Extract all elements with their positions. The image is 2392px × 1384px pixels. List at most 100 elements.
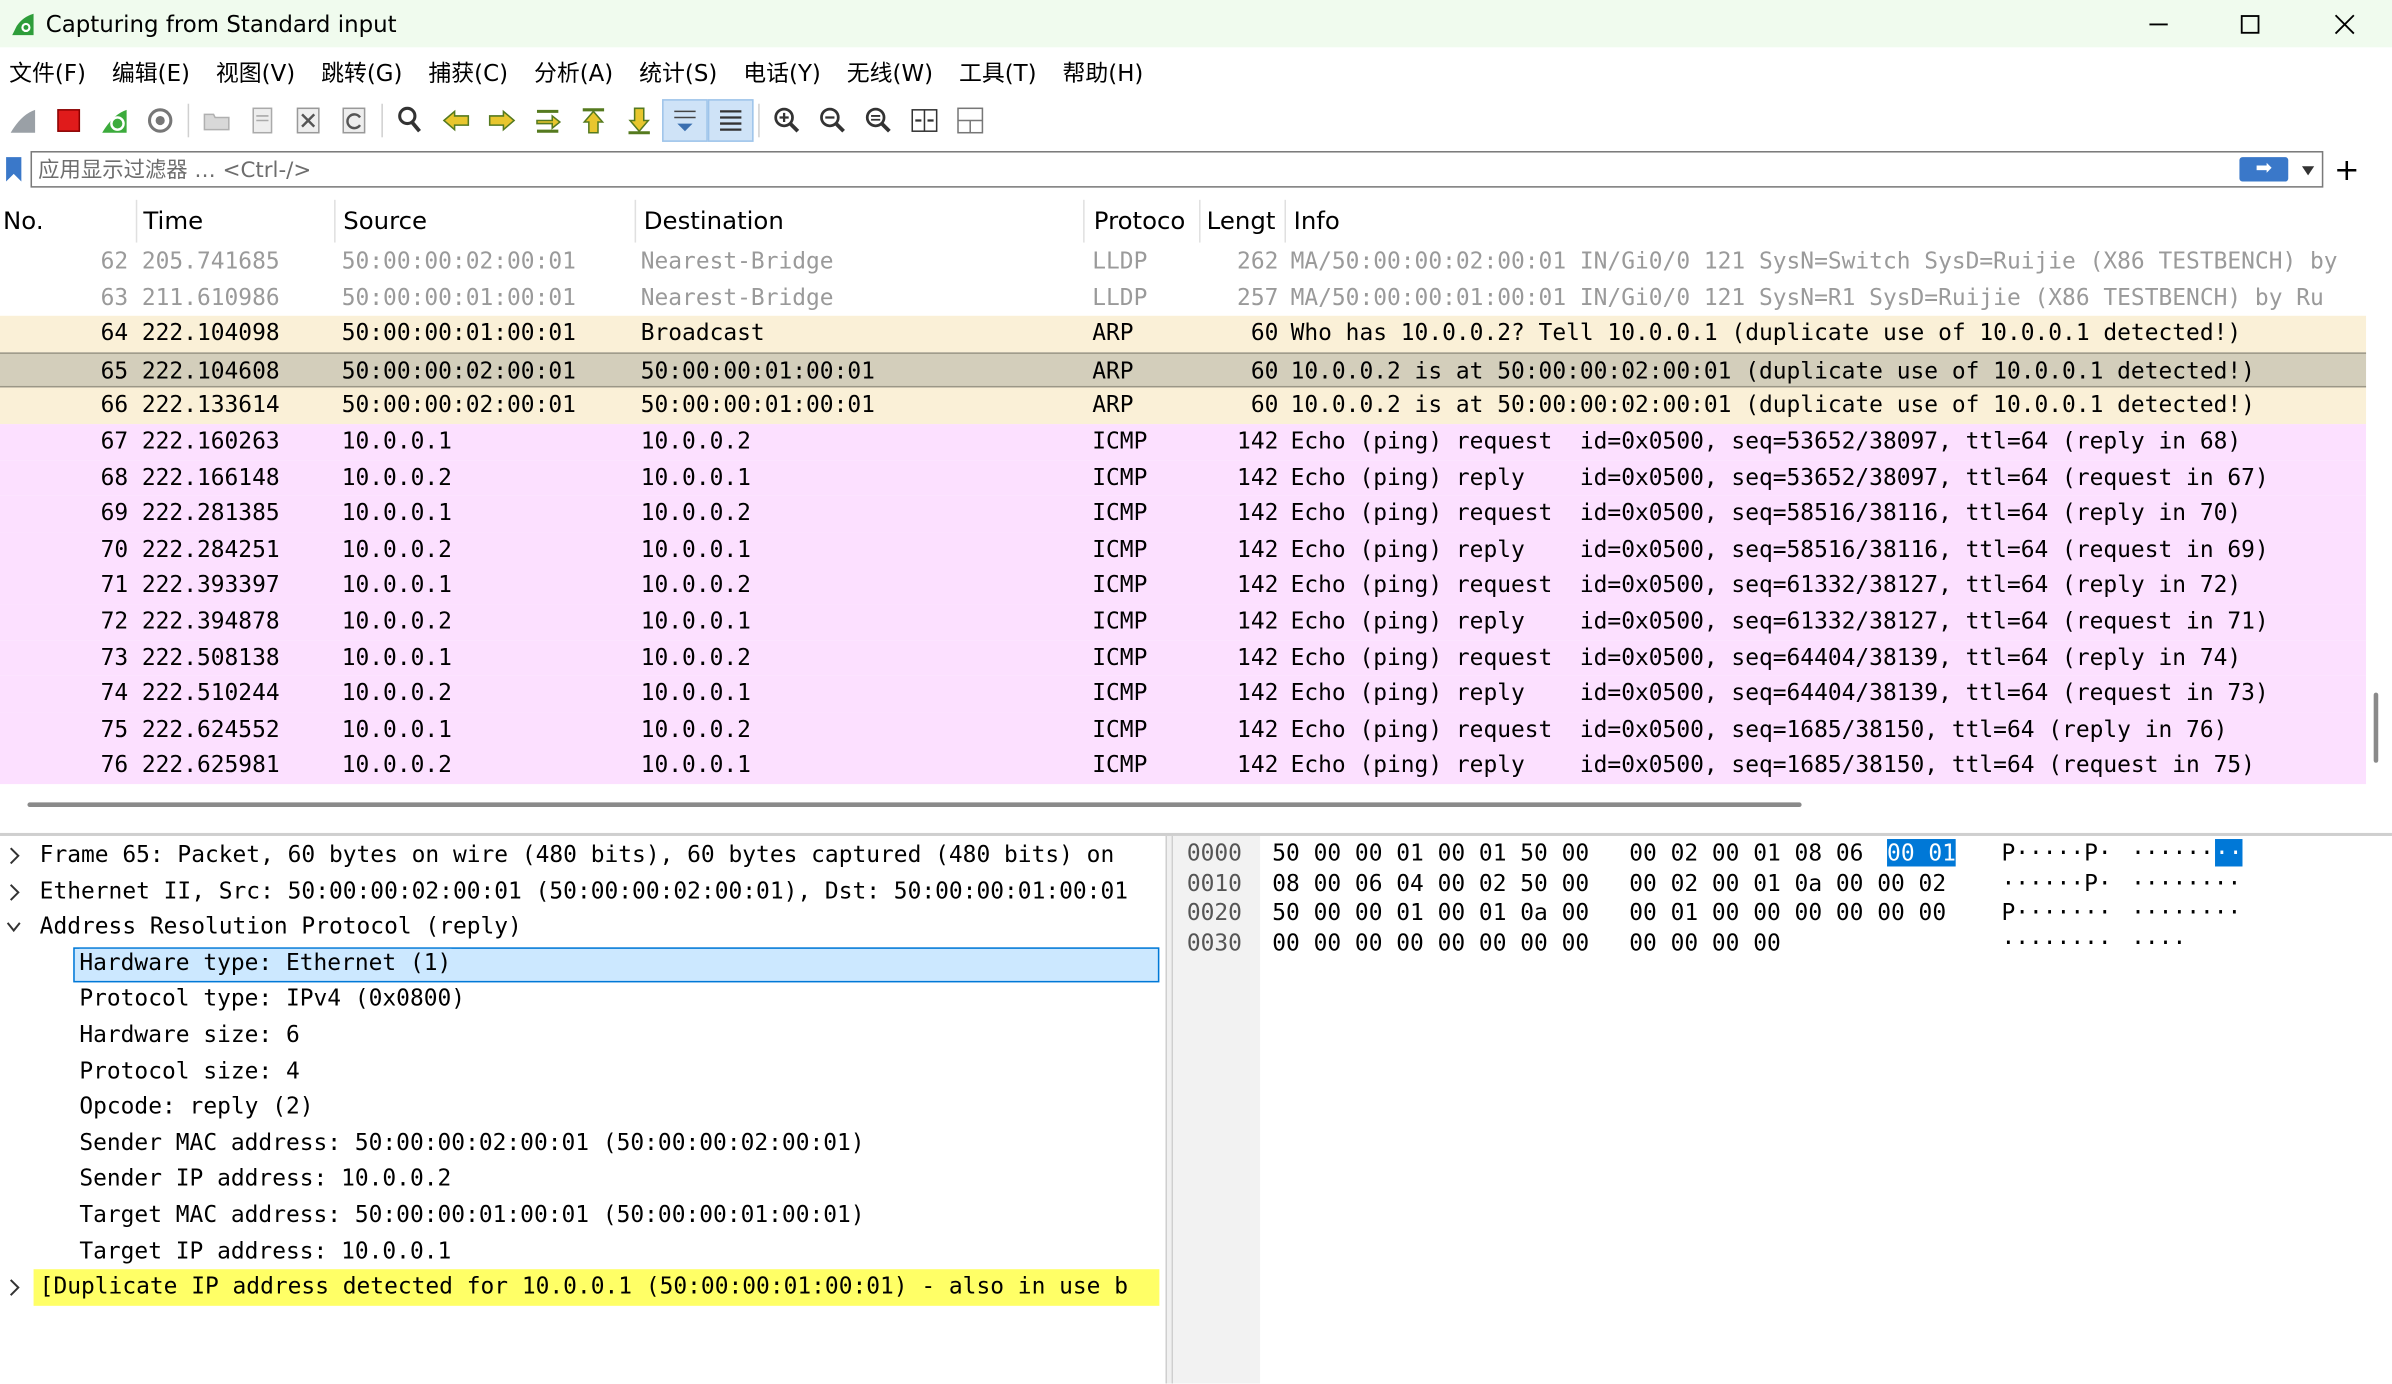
col-header-length[interactable]: Lengt bbox=[1207, 206, 1276, 235]
stop-capture-button[interactable] bbox=[46, 99, 92, 142]
menu-bar: 文件(F) 编辑(E) 视图(V) 跳转(G) 捕获(C) 分析(A) 统计(S… bbox=[0, 50, 2392, 93]
minimize-button[interactable] bbox=[2111, 0, 2206, 47]
add-filter-button[interactable]: + bbox=[2334, 151, 2360, 188]
col-header-time[interactable]: Time bbox=[143, 206, 203, 235]
zoom-out-button[interactable] bbox=[810, 99, 856, 142]
packet-row[interactable]: 68 222.166148 10.0.0.2 10.0.0.1 ICMP 142 Echo … bbox=[0, 460, 2367, 497]
capture-options-button[interactable] bbox=[137, 99, 183, 142]
bookmark-icon[interactable] bbox=[5, 156, 23, 183]
menu-view[interactable]: 视图(V) bbox=[207, 56, 312, 88]
column-divider[interactable] bbox=[1083, 199, 1085, 243]
restart-capture-button[interactable] bbox=[92, 99, 138, 142]
filter-history-dropdown[interactable] bbox=[2300, 165, 2315, 177]
menu-help[interactable]: 帮助(H) bbox=[1053, 56, 1160, 88]
go-forward-button[interactable] bbox=[479, 99, 525, 142]
reload-file-button[interactable] bbox=[331, 99, 377, 142]
last-packet-button[interactable] bbox=[616, 99, 662, 142]
menu-file[interactable]: 文件(F) bbox=[0, 56, 103, 88]
column-divider[interactable] bbox=[135, 199, 138, 243]
maximize-button[interactable] bbox=[2203, 0, 2298, 47]
open-file-button[interactable] bbox=[194, 99, 240, 142]
packet-row[interactable]: 62 205.741685 50:00:00:02:00:01 Nearest-Bri… bbox=[0, 244, 2366, 280]
go-back-button[interactable] bbox=[433, 99, 479, 142]
packet-row[interactable]: 65 222.104608 50:00:00:02:00:01 50:00:00:01… bbox=[0, 352, 2367, 389]
chevron-down-icon[interactable] bbox=[5, 917, 23, 938]
packet-length: 142 bbox=[1237, 607, 1279, 635]
packet-time: 222.160263 bbox=[141, 427, 280, 455]
packet-time: 222.508138 bbox=[141, 643, 280, 671]
menu-go[interactable]: 跳转(G) bbox=[312, 56, 419, 88]
autoscroll-button[interactable] bbox=[662, 99, 708, 142]
zoom-in-button[interactable] bbox=[764, 99, 810, 142]
apply-filter-button[interactable]: ➡ bbox=[2239, 157, 2289, 182]
packet-length: 142 bbox=[1237, 679, 1279, 707]
column-divider[interactable] bbox=[334, 199, 336, 243]
display-filter-input[interactable] bbox=[38, 155, 2220, 187]
find-packet-button[interactable] bbox=[387, 99, 433, 142]
col-header-destination[interactable]: Destination bbox=[644, 206, 784, 235]
packet-row[interactable]: 74 222.510244 10.0.0.2 10.0.0.1 ICMP 142 Echo … bbox=[0, 676, 2367, 713]
packet-row[interactable]: 71 222.393397 10.0.0.1 10.0.0.2 ICMP 142 Echo … bbox=[0, 568, 2367, 605]
column-divider[interactable] bbox=[1199, 199, 1201, 243]
resize-columns-button[interactable] bbox=[902, 99, 948, 142]
menu-wireless[interactable]: 无线(W) bbox=[838, 56, 950, 88]
col-header-info[interactable]: Info bbox=[1294, 206, 1340, 235]
packet-row[interactable]: 63 211.610986 50:00:00:01:00:01 Nearest-Bri… bbox=[0, 280, 2366, 316]
packet-row[interactable]: 70 222.284251 10.0.0.2 10.0.0.1 ICMP 142 Echo … bbox=[0, 532, 2367, 569]
vertical-pane-splitter[interactable] bbox=[1165, 835, 1174, 1384]
colorize-button[interactable] bbox=[707, 99, 754, 142]
detail-text: [Duplicate IP address detected for 10.0.… bbox=[39, 1272, 1129, 1301]
packet-info: 10.0.0.2 is at 50:00:00:02:00:01 (duplic… bbox=[1290, 391, 2255, 419]
normal-size-button[interactable] bbox=[856, 99, 902, 142]
packet-time: 222.393397 bbox=[141, 571, 280, 599]
detail-text: Hardware size: 6 bbox=[79, 1020, 300, 1049]
packet-info: Echo (ping) request id=0x0500, seq=1685/… bbox=[1290, 715, 2228, 743]
menu-analyze[interactable]: 分析(A) bbox=[525, 56, 630, 88]
chevron-right-icon[interactable] bbox=[5, 1277, 23, 1298]
menu-tools[interactable]: 工具(T) bbox=[950, 56, 1054, 88]
packet-no: 64 bbox=[100, 319, 129, 347]
layout-button[interactable] bbox=[947, 99, 993, 142]
packet-source: 10.0.0.2 bbox=[341, 751, 452, 779]
packet-row[interactable]: 66 222.133614 50:00:00:02:00:01 50:00:00:01… bbox=[0, 388, 2367, 425]
packet-source: 50:00:00:02:00:01 bbox=[341, 391, 576, 419]
packet-source: 10.0.0.1 bbox=[341, 571, 452, 599]
packet-list-vertical-scrollbar[interactable] bbox=[2373, 692, 2379, 763]
packet-info: MA/50:00:00:02:00:01 IN/Gi0/0 121 SysN=S… bbox=[1290, 247, 2338, 275]
wireshark-app-icon bbox=[12, 12, 34, 35]
packet-no: 74 bbox=[100, 679, 129, 707]
close-file-button[interactable] bbox=[285, 99, 331, 142]
packet-row[interactable]: 64 222.104098 50:00:00:01:00:01 Broadcast AR… bbox=[0, 316, 2367, 353]
chevron-right-icon[interactable] bbox=[5, 845, 23, 866]
column-divider[interactable] bbox=[634, 199, 637, 243]
col-header-protocol[interactable]: Protoco bbox=[1094, 206, 1186, 235]
packet-row[interactable]: 69 222.281385 10.0.0.1 10.0.0.2 ICMP 142 Echo … bbox=[0, 496, 2367, 533]
packet-row[interactable]: 73 222.508138 10.0.0.1 10.0.0.2 ICMP 142 Echo … bbox=[0, 640, 2367, 677]
toolbar-separator bbox=[758, 103, 760, 138]
packet-protocol: ICMP bbox=[1092, 607, 1148, 635]
column-divider[interactable] bbox=[1284, 199, 1286, 243]
close-window-button[interactable] bbox=[2297, 0, 2392, 47]
packet-length: 60 bbox=[1250, 356, 1279, 385]
first-packet-button[interactable] bbox=[571, 99, 617, 142]
save-file-button[interactable] bbox=[240, 99, 286, 142]
packet-row[interactable]: 72 222.394878 10.0.0.2 10.0.0.1 ICMP 142 Echo … bbox=[0, 604, 2367, 641]
packet-row[interactable]: 67 222.160263 10.0.0.1 10.0.0.2 ICMP 142 Echo … bbox=[0, 424, 2367, 461]
hex-bytes-left: 50 00 00 01 00 01 50 00 bbox=[1272, 839, 1590, 867]
col-header-source[interactable]: Source bbox=[343, 206, 427, 235]
packet-row[interactable]: 75 222.624552 10.0.0.1 10.0.0.2 ICMP 142 Echo … bbox=[0, 712, 2367, 749]
detail-text: Protocol type: IPv4 (0x0800) bbox=[79, 984, 466, 1013]
packet-list-horizontal-scrollbar[interactable] bbox=[27, 802, 1802, 807]
packet-row[interactable]: 76 222.625981 10.0.0.2 10.0.0.1 ICMP 142 Echo … bbox=[0, 748, 2367, 785]
chevron-right-icon[interactable] bbox=[5, 881, 23, 902]
packet-destination: 50:00:00:01:00:01 bbox=[640, 356, 875, 385]
menu-telephony[interactable]: 电话(Y) bbox=[734, 56, 838, 88]
menu-edit[interactable]: 编辑(E) bbox=[103, 56, 207, 88]
detail-text: Hardware type: Ethernet (1) bbox=[79, 948, 452, 977]
menu-capture[interactable]: 捕获(C) bbox=[419, 56, 525, 88]
start-capture-button[interactable] bbox=[0, 99, 46, 142]
col-header-no[interactable]: No. bbox=[3, 206, 44, 235]
packet-protocol: ICMP bbox=[1092, 499, 1148, 527]
menu-statistics[interactable]: 统计(S) bbox=[630, 56, 734, 88]
go-to-packet-button[interactable] bbox=[525, 99, 571, 142]
